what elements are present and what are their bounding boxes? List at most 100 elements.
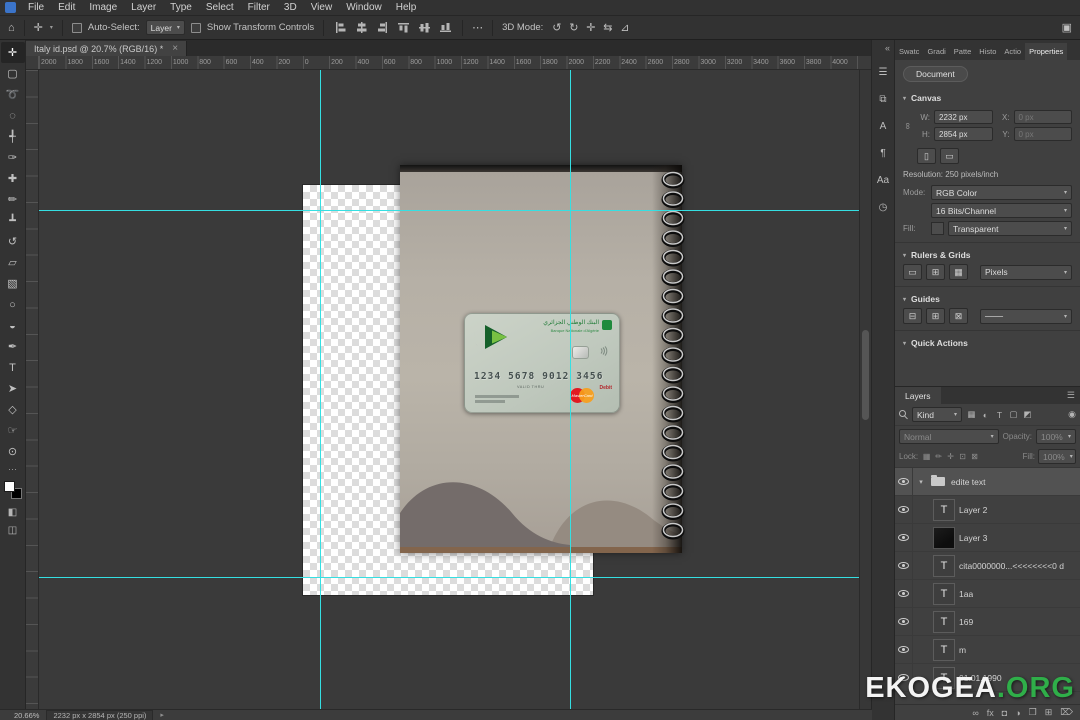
horizontal-guide[interactable]: [39, 210, 859, 211]
guide-line-style-select[interactable]: ───: [980, 308, 1072, 324]
layer-name[interactable]: Layer 3: [959, 533, 987, 543]
new-layer-icon[interactable]: ⊞: [1045, 707, 1053, 718]
menu-type[interactable]: Type: [163, 1, 199, 14]
align-middle-vertical-icon[interactable]: [417, 20, 432, 35]
layer-thumbnail[interactable]: T: [933, 582, 955, 605]
document-tab[interactable]: Italy id.psd @ 20.7% (RGB/16) * ×: [26, 41, 188, 56]
layer-name[interactable]: Layer 2: [959, 505, 987, 515]
group-expand-chevron-icon[interactable]: ▾: [917, 478, 925, 486]
show-transform-checkbox[interactable]: [190, 22, 201, 33]
filter-toggle-icon[interactable]: ◉: [1068, 409, 1076, 420]
layer-row[interactable]: T 169: [895, 608, 1080, 636]
bit-depth-select[interactable]: 16 Bits/Channel: [931, 203, 1072, 218]
3d-scale-icon[interactable]: ⊿: [617, 21, 632, 34]
layer-name[interactable]: 169: [959, 617, 973, 627]
tab-actions[interactable]: Actio: [1000, 43, 1025, 60]
visibility-toggle[interactable]: [895, 468, 913, 495]
healing-brush-tool[interactable]: ✚: [1, 168, 25, 189]
clone-source-panel-icon[interactable]: ⧉: [874, 91, 892, 107]
link-dimensions-icon[interactable]: ∞: [903, 121, 913, 131]
home-icon[interactable]: ⌂: [8, 22, 15, 34]
current-tool-icon[interactable]: ✛: [34, 21, 43, 34]
visibility-toggle[interactable]: [895, 552, 913, 579]
width-field[interactable]: 2232 px: [934, 110, 993, 124]
guides-section-header[interactable]: Guides: [903, 294, 1072, 304]
layer-name[interactable]: cita0000000...<<<<<<<<0 d: [959, 561, 1064, 571]
menu-layer[interactable]: Layer: [124, 1, 163, 14]
tab-patterns[interactable]: Patte: [950, 43, 976, 60]
vertical-ruler[interactable]: [26, 70, 39, 720]
layer-row[interactable]: ▾ edite text: [895, 468, 1080, 496]
lock-position-icon[interactable]: ✛: [945, 451, 956, 463]
layer-row[interactable]: T m: [895, 636, 1080, 664]
glyphs-panel-icon[interactable]: Aa: [874, 172, 892, 188]
menu-view[interactable]: View: [304, 1, 340, 14]
units-select[interactable]: Pixels: [980, 264, 1072, 280]
gradient-tool[interactable]: ▧: [1, 273, 25, 294]
delete-layer-icon[interactable]: ⌦: [1060, 707, 1073, 718]
vertical-guide[interactable]: [320, 70, 321, 720]
align-left-icon[interactable]: [333, 20, 348, 35]
menu-edit[interactable]: Edit: [51, 1, 82, 14]
visibility-toggle[interactable]: [895, 636, 913, 663]
layer-row[interactable]: T 1aa: [895, 580, 1080, 608]
screen-mode-button[interactable]: ◫: [1, 521, 25, 539]
type-tool[interactable]: T: [1, 357, 25, 378]
dodge-tool[interactable]: ◒: [1, 315, 25, 336]
rulers-grids-section-header[interactable]: Rulers & Grids: [903, 250, 1072, 260]
edit-toolbar-icon[interactable]: ⋯: [8, 464, 17, 475]
new-guide-icon[interactable]: ⊟: [903, 308, 922, 324]
3d-pan-icon[interactable]: ✛: [583, 21, 598, 34]
pen-tool[interactable]: ✒: [1, 336, 25, 357]
layer-name[interactable]: edite text: [951, 477, 986, 487]
path-selection-tool[interactable]: ➤: [1, 378, 25, 399]
tab-properties[interactable]: Properties: [1025, 43, 1068, 60]
quick-mask-button[interactable]: ◧: [1, 503, 25, 521]
tab-history[interactable]: Histo: [975, 43, 1000, 60]
canvas-section-header[interactable]: Canvas: [903, 93, 1072, 103]
auto-select-checkbox[interactable]: [71, 22, 82, 33]
layer-row[interactable]: T cita0000000...<<<<<<<<0 d: [895, 552, 1080, 580]
eraser-tool[interactable]: ▱: [1, 252, 25, 273]
filter-kind-select[interactable]: Kind: [912, 407, 962, 422]
vertical-scrollbar[interactable]: [859, 70, 871, 720]
toggle-rulers-icon[interactable]: ▭: [903, 264, 922, 280]
shape-tool[interactable]: ◇: [1, 399, 25, 420]
tab-swatches[interactable]: Swatc: [895, 43, 923, 60]
distribute-more-icon[interactable]: ⋯: [472, 21, 483, 34]
layer-name[interactable]: 1aa: [959, 589, 973, 599]
character-panel-icon[interactable]: A: [874, 118, 892, 134]
hand-tool[interactable]: ☞: [1, 420, 25, 441]
fill-swatch[interactable]: [931, 222, 944, 235]
layer-group-icon[interactable]: ❒: [1029, 707, 1037, 718]
menu-window[interactable]: Window: [339, 1, 389, 14]
x-field[interactable]: 0 px: [1013, 110, 1072, 124]
layer-name[interactable]: m: [959, 645, 966, 655]
filter-pixel-layers-icon[interactable]: ▦: [965, 408, 978, 421]
menu-file[interactable]: File: [21, 1, 51, 14]
paragraph-panel-icon[interactable]: ¶: [874, 145, 892, 161]
color-mode-select[interactable]: RGB Color: [931, 185, 1072, 200]
zoom-level[interactable]: 20.66%: [14, 711, 39, 720]
zoom-tool[interactable]: ⊙: [1, 441, 25, 462]
status-menu-caret-icon[interactable]: ▸: [160, 711, 164, 719]
credit-card-layer[interactable]: البنك الوطني الجزائري Banque Nationale d…: [464, 313, 620, 413]
foreground-color-swatch[interactable]: [3, 481, 15, 492]
history-brush-tool[interactable]: ↺: [1, 231, 25, 252]
quick-selection-tool[interactable]: ◌: [1, 105, 25, 126]
visibility-toggle[interactable]: [895, 608, 913, 635]
y-field[interactable]: 0 px: [1013, 127, 1072, 141]
color-swatches[interactable]: [3, 481, 22, 499]
expand-panels-icon[interactable]: «: [885, 43, 890, 53]
visibility-toggle[interactable]: [895, 580, 913, 607]
clone-stamp-tool[interactable]: ┻: [1, 210, 25, 231]
filter-adjustment-layers-icon[interactable]: ◐: [979, 408, 992, 421]
filter-shape-layers-icon[interactable]: ▢: [1007, 408, 1020, 421]
move-tool[interactable]: ✛: [0, 42, 25, 63]
toggle-grid-icon[interactable]: ⊞: [926, 264, 945, 280]
document-properties-button[interactable]: Document: [903, 66, 968, 82]
filter-smart-objects-icon[interactable]: ◩: [1021, 408, 1034, 421]
layer-thumbnail[interactable]: T: [933, 638, 955, 661]
link-layers-icon[interactable]: ∞: [972, 708, 978, 718]
blur-tool[interactable]: ○: [1, 294, 25, 315]
